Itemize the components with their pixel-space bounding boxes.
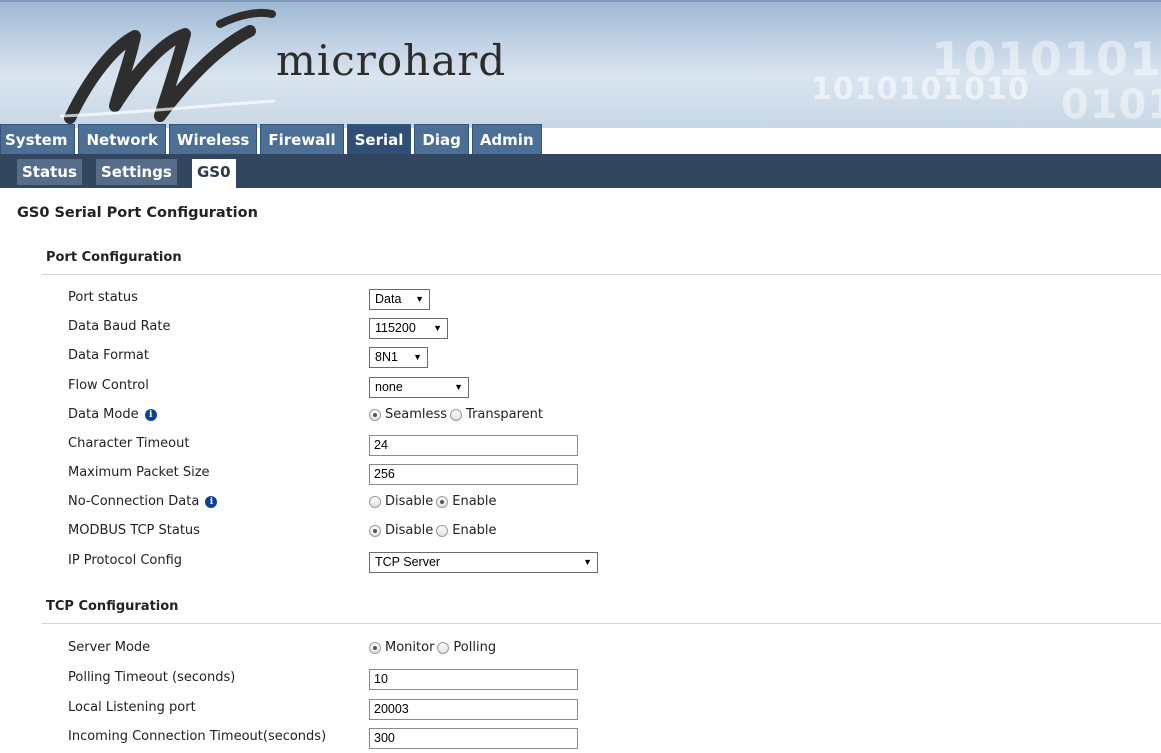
sub-tab-bar: Status Settings GS0 <box>0 154 1161 188</box>
data-mode-radios: Seamless Transparent <box>369 407 546 422</box>
modbus-disable-label: Disable <box>385 523 434 538</box>
port-status-value: Data <box>375 292 402 306</box>
subtab-gs0[interactable]: GS0 <box>192 159 236 188</box>
data-mode-seamless-label: Seamless <box>385 407 448 422</box>
flow-control-select[interactable]: none ▼ <box>369 377 469 398</box>
max-packet-input[interactable]: 256 <box>369 464 578 485</box>
port-config-title: Port Configuration <box>46 250 182 265</box>
chevron-down-icon: ▼ <box>454 382 463 392</box>
local-port-label: Local Listening port <box>68 700 196 715</box>
tab-serial[interactable]: Serial <box>346 124 412 154</box>
no-conn-disable-label: Disable <box>385 494 434 509</box>
tab-system[interactable]: System <box>0 124 76 154</box>
binary-text-2: 1010101 <box>931 32 1161 86</box>
tab-diag[interactable]: Diag <box>414 124 469 154</box>
baud-rate-value: 115200 <box>375 321 416 335</box>
brand-name: microhard <box>276 36 507 85</box>
server-mode-polling-label: Polling <box>453 640 497 655</box>
binary-decoration: 1010101010 1010101 0101 <box>641 22 1161 128</box>
data-mode-transparent-radio[interactable] <box>450 408 463 421</box>
incoming-timeout-input[interactable]: 300 <box>369 728 578 749</box>
ip-protocol-select[interactable]: TCP Server ▼ <box>369 552 598 573</box>
server-mode-label: Server Mode <box>68 640 151 655</box>
page-title: GS0 Serial Port Configuration <box>17 205 258 221</box>
baud-rate-label: Data Baud Rate <box>68 319 171 334</box>
chevron-down-icon: ▼ <box>413 352 422 362</box>
chevron-down-icon: ▼ <box>415 294 424 304</box>
data-format-select[interactable]: 8N1 ▼ <box>369 347 428 368</box>
tab-admin[interactable]: Admin <box>471 124 542 154</box>
flow-control-label: Flow Control <box>68 378 149 393</box>
port-status-select[interactable]: Data ▼ <box>369 289 430 310</box>
server-mode-monitor-radio[interactable] <box>369 641 381 654</box>
local-port-input[interactable]: 20003 <box>369 699 578 720</box>
tab-network[interactable]: Network <box>78 124 166 154</box>
data-format-label: Data Format <box>68 348 149 363</box>
chevron-down-icon: ▼ <box>583 557 592 567</box>
chevron-down-icon: ▼ <box>433 323 442 333</box>
data-mode-transparent-label: Transparent <box>466 407 544 422</box>
info-icon[interactable]: i <box>144 409 157 421</box>
data-mode-label-text: Data Mode <box>68 407 139 422</box>
subtab-settings[interactable]: Settings <box>96 159 177 185</box>
server-mode-polling-radio[interactable] <box>437 641 450 654</box>
binary-text-3: 0101 <box>1061 82 1161 128</box>
main-tab-bar: System Network Wireless Firewall Serial … <box>0 124 545 154</box>
data-format-value: 8N1 <box>375 350 398 364</box>
ip-protocol-value: TCP Server <box>375 555 441 569</box>
char-timeout-label: Character Timeout <box>68 436 190 451</box>
port-status-label: Port status <box>68 290 138 305</box>
modbus-enable-label: Enable <box>452 523 497 538</box>
info-icon[interactable]: i <box>205 496 218 508</box>
header-banner: 1010101010 1010101 0101 microhard <box>0 0 1161 128</box>
section-divider <box>42 274 1161 275</box>
no-conn-data-label: No-Connection Data i <box>68 494 218 509</box>
flow-control-value: none <box>375 380 403 394</box>
modbus-enable-radio[interactable] <box>436 524 449 537</box>
no-conn-enable-radio[interactable] <box>436 495 449 508</box>
incoming-timeout-label: Incoming Connection Timeout(seconds) <box>68 729 327 744</box>
modbus-radios: Disable Enable <box>369 523 500 538</box>
ip-protocol-label: IP Protocol Config <box>68 553 183 568</box>
modbus-label: MODBUS TCP Status <box>68 523 200 538</box>
no-conn-disable-radio[interactable] <box>369 495 381 508</box>
section-divider <box>42 623 1161 624</box>
tab-firewall[interactable]: Firewall <box>260 124 344 154</box>
server-mode-radios: Monitor Polling <box>369 640 499 655</box>
server-mode-monitor-label: Monitor <box>385 640 435 655</box>
tab-wireless[interactable]: Wireless <box>168 124 258 154</box>
max-packet-label: Maximum Packet Size <box>68 465 210 480</box>
data-mode-seamless-radio[interactable] <box>369 408 381 421</box>
tcp-config-title: TCP Configuration <box>46 599 179 614</box>
subtab-status[interactable]: Status <box>17 159 82 185</box>
microhard-logo <box>60 8 276 124</box>
no-conn-data-radios: Disable Enable <box>369 494 500 509</box>
polling-timeout-input[interactable]: 10 <box>369 669 578 690</box>
char-timeout-input[interactable]: 24 <box>369 435 578 456</box>
polling-timeout-label: Polling Timeout (seconds) <box>68 670 236 685</box>
baud-rate-select[interactable]: 115200 ▼ <box>369 318 448 339</box>
data-mode-label: Data Mode i <box>68 407 157 422</box>
no-conn-data-label-text: No-Connection Data <box>68 494 200 509</box>
modbus-disable-radio[interactable] <box>369 524 381 537</box>
no-conn-enable-label: Enable <box>452 494 497 509</box>
